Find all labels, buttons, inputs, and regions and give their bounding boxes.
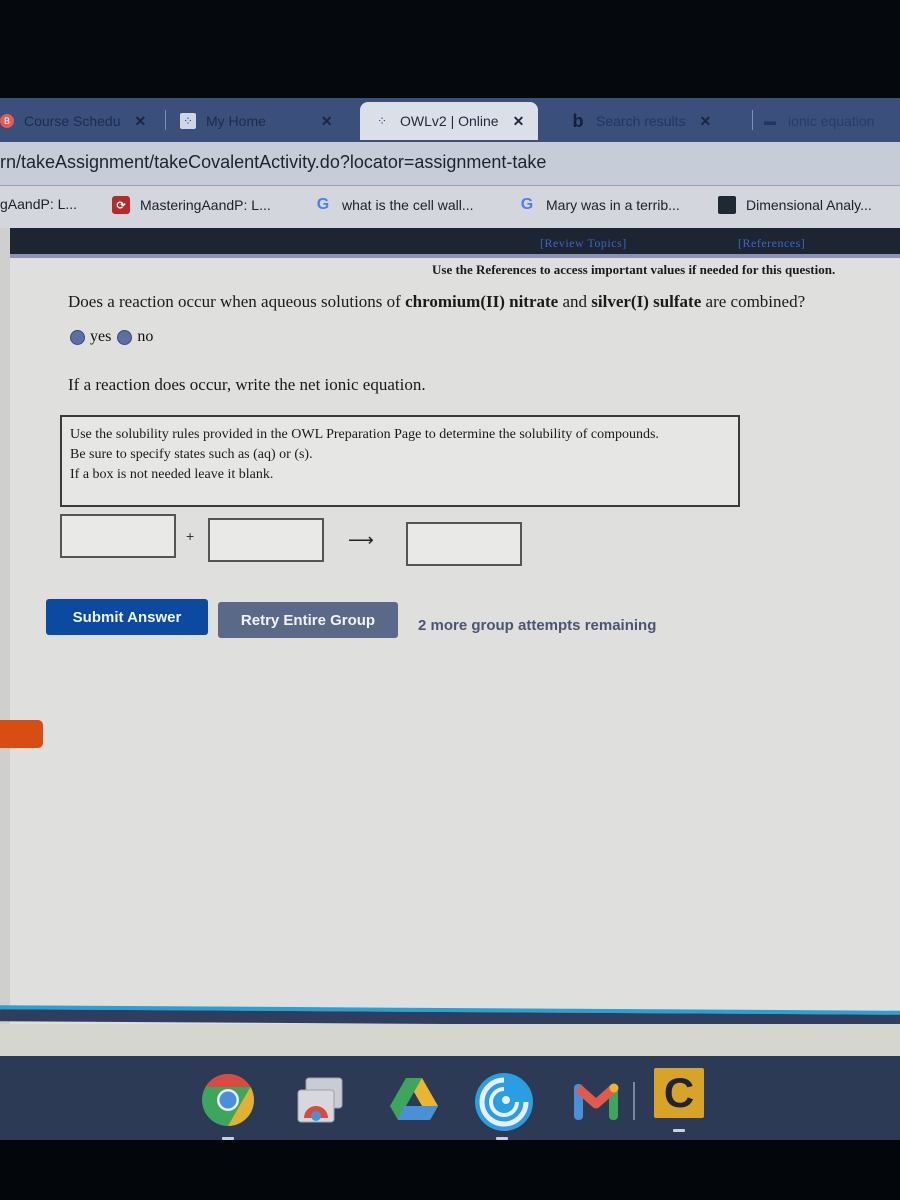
question-suffix: are combined? — [701, 292, 806, 311]
owl-question-header: [Review Topics] [References] — [10, 228, 900, 258]
tab-search-results[interactable]: b Search results ✕ — [570, 104, 712, 138]
shelf-divider — [633, 1082, 635, 1120]
page-left-edge — [0, 228, 10, 1028]
question-text: Does a reaction occur when aqueous solut… — [68, 292, 805, 312]
close-tab-icon[interactable]: ✕ — [513, 113, 525, 130]
reactant-1-name: chromium(II) nitrate — [405, 292, 559, 311]
reactant-2-name: silver(I) sulfate — [591, 292, 702, 311]
reactant-1-input[interactable] — [60, 514, 176, 558]
gmail-icon — [574, 1083, 619, 1120]
rule-line: Be sure to specify states such as (aq) o… — [70, 447, 313, 462]
bookmark-label: gAandP: L... — [0, 196, 78, 212]
browser-tab-strip: B Course Schedu ✕ ⁘ My Home ✕ ⁘ OWLv2 | … — [0, 98, 900, 142]
tab-my-home[interactable]: ⁘ My Home ✕ — [180, 104, 333, 138]
solubility-rules-box: Use the solubility rules provided in the… — [60, 415, 740, 507]
running-indicator — [222, 1137, 234, 1140]
tab-ionic-equation[interactable]: ▬ ionic equation — [762, 104, 874, 138]
product-input[interactable] — [406, 522, 522, 566]
chrome-icon — [202, 1074, 254, 1126]
bing-icon: b — [572, 110, 584, 131]
chromeos-shelf — [0, 1056, 900, 1140]
tab-label: Course Schedu — [24, 113, 121, 129]
tab-label: Search results — [596, 113, 686, 129]
close-tab-icon[interactable]: ✕ — [135, 113, 147, 130]
submit-answer-button[interactable]: Submit Answer — [46, 599, 208, 635]
tab-separator — [165, 110, 166, 130]
screen-bottom-margin — [0, 1024, 900, 1056]
c-app-icon: C — [663, 1069, 695, 1116]
files-circle-icon — [475, 1073, 533, 1131]
plus-sign: + — [186, 528, 195, 544]
side-orange-tab[interactable] — [0, 720, 43, 748]
circle-app[interactable] — [474, 1072, 533, 1140]
tab-course-schedule[interactable]: B Course Schedu ✕ — [0, 104, 146, 138]
chrome-app-windows-icon — [297, 1077, 343, 1123]
owl-icon: ⁘ — [376, 114, 388, 128]
tab-separator — [752, 110, 753, 130]
url-text[interactable]: rn/takeAssignment/takeCovalentActivity.d… — [0, 152, 546, 173]
chrome-app[interactable] — [200, 1072, 256, 1140]
google-drive-app[interactable] — [386, 1072, 442, 1128]
reactant-2-input[interactable] — [208, 518, 324, 562]
running-indicator — [673, 1129, 685, 1132]
reaction-radio-group: yes no — [70, 328, 159, 346]
net-ionic-instruction: If a reaction does occur, write the net … — [68, 375, 426, 394]
close-tab-icon[interactable]: ✕ — [321, 113, 333, 130]
c-app[interactable]: C — [654, 1068, 704, 1132]
bookmark-label: Mary was in a terrib... — [546, 197, 680, 213]
rule-line: Use the solubility rules provided in the… — [70, 427, 659, 442]
google-drive-icon — [390, 1078, 438, 1120]
running-indicator — [496, 1137, 508, 1140]
bookmark-aandp[interactable]: gAandP: L... — [0, 196, 77, 212]
dimensional-icon — [718, 196, 736, 214]
mastering-icon: ⟳ — [112, 196, 130, 214]
yes-label[interactable]: yes — [90, 328, 111, 346]
question-prefix: Does a reaction occur when aqueous solut… — [68, 292, 406, 311]
tab-label: OWLv2 | Online — [400, 113, 499, 129]
tab-label: ionic equation — [788, 113, 875, 129]
references-link[interactable]: [References] — [738, 236, 805, 251]
tab-label: My Home — [206, 113, 266, 129]
close-tab-icon[interactable]: ✕ — [699, 113, 711, 130]
no-radio[interactable] — [117, 329, 133, 345]
course-schedule-icon: B — [0, 114, 14, 128]
yes-radio[interactable] — [70, 329, 85, 345]
bookmark-label: Dimensional Analy... — [746, 197, 872, 213]
bookmark-dimensional-analysis[interactable]: Dimensional Analy... — [718, 196, 872, 214]
gmail-app[interactable] — [568, 1072, 624, 1128]
references-note: Use the References to access important v… — [432, 262, 836, 277]
bookmark-label: what is the cell wall... — [342, 197, 474, 213]
bookmark-cell-wall[interactable]: G what is the cell wall... — [314, 196, 474, 214]
bezel — [0, 1140, 900, 1200]
review-topics-link[interactable]: [Review Topics] — [540, 236, 627, 251]
bookmark-mary[interactable]: G Mary was in a terrib... — [518, 196, 680, 214]
owl-icon: ⁘ — [180, 113, 196, 129]
attempts-remaining: 2 more group attempts remaining — [418, 617, 657, 634]
bookmark-label: MasteringAandP: L... — [140, 197, 271, 213]
google-icon: G — [316, 196, 330, 213]
page-icon: ▬ — [764, 114, 776, 128]
rule-line: If a box is not needed leave it blank. — [70, 467, 274, 482]
chrome-apps-window[interactable] — [292, 1072, 348, 1128]
question-middle: and — [558, 292, 592, 311]
reaction-arrow: ⟶ — [348, 530, 374, 550]
google-icon: G — [520, 196, 534, 213]
tab-owlv2-online[interactable]: ⁘ OWLv2 | Online ✕ — [360, 102, 539, 140]
retry-entire-group-button[interactable]: Retry Entire Group — [218, 602, 398, 638]
bookmarks-bar: gAandP: L... ⟳ MasteringAandP: L... G wh… — [0, 186, 900, 228]
no-label[interactable]: no — [137, 328, 153, 346]
bookmark-mastering-aandp[interactable]: ⟳ MasteringAandP: L... — [112, 196, 271, 214]
address-bar[interactable]: rn/takeAssignment/takeCovalentActivity.d… — [0, 142, 900, 186]
